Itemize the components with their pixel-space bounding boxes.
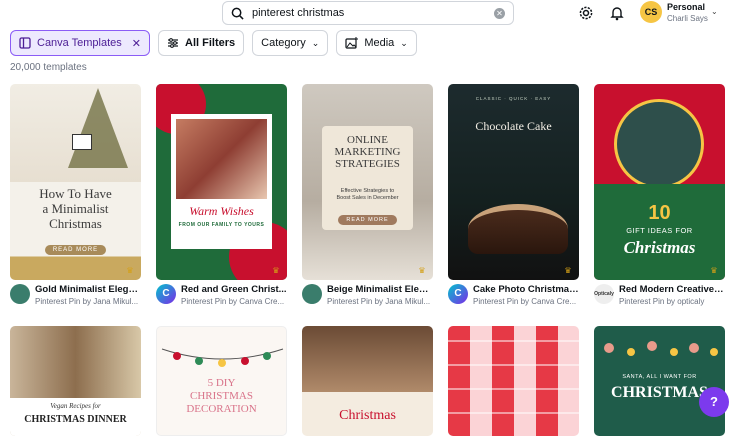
- chevron-down-icon: ⌄: [311, 37, 320, 48]
- thumb-button: READ MORE: [44, 245, 107, 255]
- thumb-headline: CHRISTMAS DINNER: [24, 414, 127, 425]
- thumb-headline: 5 DIY: [207, 377, 236, 389]
- account-name: Personal: [667, 2, 706, 12]
- creator-logo: Opticaly: [594, 284, 614, 304]
- card-title[interactable]: Cake Photo Christmas ...: [473, 284, 579, 296]
- template-card[interactable]: Christmas: [302, 326, 433, 436]
- search-input[interactable]: pinterest christmas: [252, 7, 494, 19]
- thumb-tagline: CLASSIC · QUICK · EASY: [475, 96, 552, 101]
- thumb-headline: GIFT IDEAS FOR: [626, 226, 693, 235]
- media-dropdown[interactable]: Media ⌄: [336, 30, 417, 56]
- chevron-down-icon: ⌄: [400, 37, 408, 48]
- canva-logo-icon: C: [448, 284, 468, 304]
- all-filters-label: All Filters: [185, 37, 236, 49]
- template-card[interactable]: ONLINE MARKETING STRATEGIES Effective St…: [302, 84, 433, 312]
- chevron-down-icon[interactable]: ⌄: [711, 7, 718, 16]
- all-filters-button[interactable]: All Filters: [158, 30, 245, 56]
- notification-bell-icon[interactable]: [609, 5, 625, 21]
- template-card[interactable]: 10 GIFT IDEAS FOR Christmas ♛ Opticaly R…: [594, 84, 725, 312]
- canva-templates-filter-chip[interactable]: Canva Templates ✕: [10, 30, 151, 56]
- template-icon: [19, 37, 31, 49]
- template-card[interactable]: CLASSIC · QUICK · EASY Chocolate Cake ♛ …: [448, 84, 579, 312]
- remove-filter-icon[interactable]: ✕: [132, 37, 141, 50]
- clear-search-icon[interactable]: ✕: [494, 7, 505, 19]
- card-title[interactable]: Beige Minimalist Elega...: [327, 284, 433, 296]
- premium-crown-icon: ♛: [710, 266, 718, 275]
- premium-crown-icon: ♛: [418, 266, 426, 275]
- template-card[interactable]: Warm Wishes FROM OUR FAMILY TO YOURS ♛ C…: [156, 84, 287, 312]
- template-thumbnail[interactable]: 10 GIFT IDEAS FOR Christmas ♛: [594, 84, 725, 280]
- thumb-headline: 10: [648, 202, 671, 224]
- card-title[interactable]: Red and Green Christ...: [181, 284, 287, 296]
- media-image-icon: [345, 37, 359, 49]
- card-title[interactable]: Red Modern Creative C...: [619, 284, 725, 296]
- template-card[interactable]: Vegan Recipes for CHRISTMAS DINNER: [10, 326, 141, 436]
- thumb-headline: STRATEGIES: [335, 158, 400, 170]
- template-card[interactable]: How To Have a Minimalist Christmas READ …: [10, 84, 141, 312]
- premium-crown-icon: ♛: [126, 266, 134, 275]
- thumb-headline: Chocolate Cake: [475, 119, 552, 133]
- template-thumbnail[interactable]: Warm Wishes FROM OUR FAMILY TO YOURS ♛: [156, 84, 287, 280]
- thumb-headline: MARKETING: [334, 146, 401, 158]
- thumb-headline: Christmas: [339, 408, 396, 423]
- string-lights-icon: [161, 348, 284, 367]
- search-bar[interactable]: pinterest christmas ✕: [222, 1, 514, 25]
- template-thumbnail[interactable]: ONLINE MARKETING STRATEGIES Effective St…: [302, 84, 433, 280]
- thumb-headline: How To Have: [39, 186, 112, 201]
- search-icon: [231, 7, 244, 20]
- thumb-button: READ MORE: [338, 215, 397, 225]
- creator-avatar: [302, 284, 322, 304]
- card-subtitle: Pinterest Pin by Canva Cre...: [473, 297, 577, 306]
- template-thumbnail[interactable]: How To Have a Minimalist Christmas READ …: [10, 84, 141, 280]
- template-thumbnail[interactable]: Christmas: [302, 326, 433, 436]
- thumb-tagline: Boost Sales in December: [336, 195, 399, 201]
- template-card[interactable]: [448, 326, 579, 436]
- account-switcher[interactable]: Personal Charli Says: [667, 2, 708, 24]
- premium-crown-icon: ♛: [564, 266, 572, 275]
- top-bar: pinterest christmas ✕ CS Personal Charli…: [0, 0, 734, 28]
- thumb-tagline: FROM OUR FAMILY TO YOURS: [178, 222, 265, 228]
- template-thumbnail[interactable]: SANTA, ALL I WANT FOR CHRISTMAS: [594, 326, 725, 436]
- avatar[interactable]: CS: [640, 1, 662, 23]
- thumb-headline: Christmas: [623, 238, 696, 257]
- template-card[interactable]: 5 DIY CHRISTMAS DECORATION: [156, 326, 287, 436]
- help-button[interactable]: ?: [699, 387, 729, 417]
- ornaments-icon: [604, 341, 718, 356]
- template-thumbnail[interactable]: 5 DIY CHRISTMAS DECORATION: [156, 326, 287, 436]
- media-label: Media: [364, 37, 395, 49]
- creator-avatar: [10, 284, 30, 304]
- card-subtitle: Pinterest Pin by Jana Mikul...: [327, 297, 431, 306]
- thumb-headline: ONLINE: [347, 134, 388, 146]
- template-card[interactable]: SANTA, ALL I WANT FOR CHRISTMAS: [594, 326, 725, 436]
- template-thumbnail[interactable]: [448, 326, 579, 436]
- thumb-headline: Warm Wishes: [189, 204, 254, 218]
- thumb-tagline: SANTA, ALL I WANT FOR: [622, 374, 697, 380]
- card-subtitle: Pinterest Pin by Canva Cre...: [181, 297, 285, 306]
- thumb-headline: CHRISTMAS: [190, 390, 253, 402]
- active-filter-label: Canva Templates: [37, 37, 122, 49]
- premium-crown-icon: ♛: [272, 266, 280, 275]
- thumb-headline: Christmas: [49, 216, 102, 231]
- card-subtitle: Pinterest Pin by Jana Mikul...: [35, 297, 139, 306]
- settings-gear-icon[interactable]: [578, 5, 594, 21]
- template-thumbnail[interactable]: Vegan Recipes for CHRISTMAS DINNER: [10, 326, 141, 436]
- template-thumbnail[interactable]: CLASSIC · QUICK · EASY Chocolate Cake ♛: [448, 84, 579, 280]
- thumb-headline: DECORATION: [186, 403, 257, 415]
- card-title[interactable]: Gold Minimalist Elegan...: [35, 284, 141, 296]
- thumb-tagline: Effective Strategies to: [340, 188, 395, 194]
- sliders-icon: [168, 38, 179, 48]
- canva-logo-icon: C: [156, 284, 176, 304]
- thumb-tagline: Vegan Recipes for: [50, 402, 101, 410]
- filter-bar: Canva Templates ✕ All Filters Category ⌄…: [10, 30, 417, 56]
- category-dropdown[interactable]: Category ⌄: [252, 30, 329, 56]
- account-user: Charli Says: [667, 14, 708, 23]
- card-subtitle: Pinterest Pin by opticaly: [619, 297, 705, 306]
- thumb-headline: a Minimalist: [42, 201, 109, 216]
- results-count: 20,000 templates: [10, 62, 87, 73]
- category-label: Category: [261, 37, 306, 49]
